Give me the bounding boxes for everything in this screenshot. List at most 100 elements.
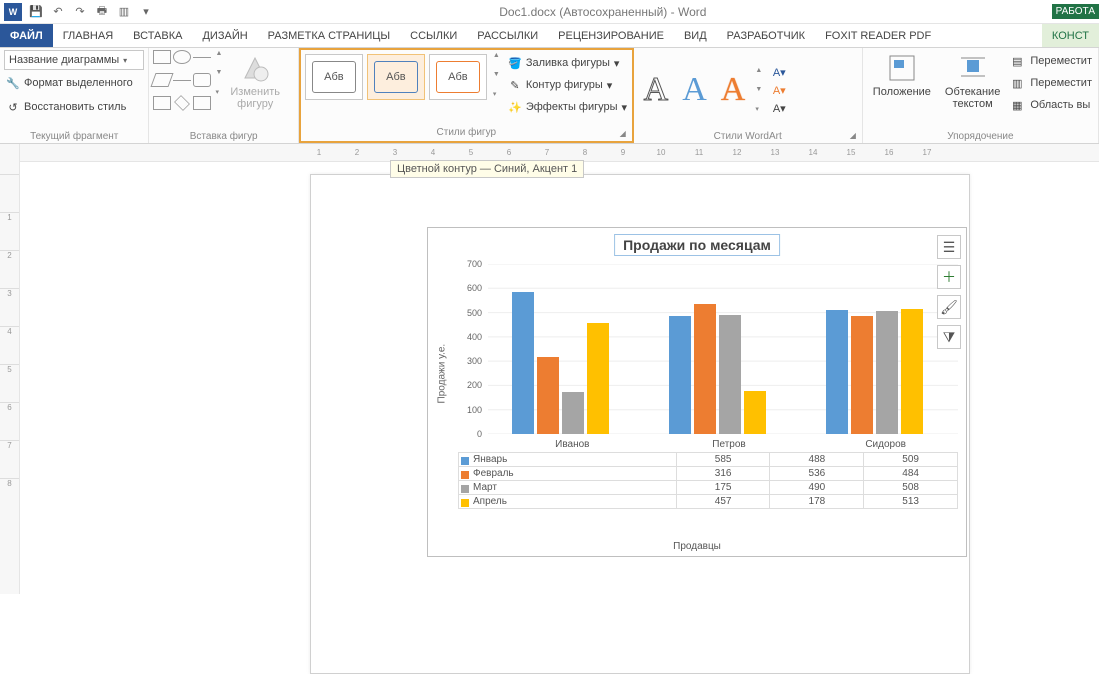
shape-fill-label: Заливка фигуры [526, 57, 610, 69]
wordart-preset-1[interactable]: A [638, 71, 675, 109]
preset-sample-text: Абв [436, 61, 480, 93]
wordart-preset-2[interactable]: A [676, 71, 713, 109]
send-backward-button[interactable]: ▥ Переместит [1008, 72, 1094, 94]
shape-fill-button[interactable]: 🪣 Заливка фигуры ▾ [506, 52, 629, 74]
send-backward-icon: ▥ [1010, 76, 1024, 90]
tab-developer[interactable]: РАЗРАБОТЧИК [717, 24, 815, 47]
touch-mode-button[interactable]: ▥ [116, 4, 132, 20]
shape-outline-button[interactable]: ✎ Контур фигуры ▾ [506, 74, 629, 96]
group-label-wordart: Стили WordArt [638, 130, 858, 143]
shape-effects-label: Эффекты фигуры [526, 101, 618, 113]
text-effects-button[interactable]: A▾ [768, 99, 790, 117]
chevron-down-icon: ▾ [614, 57, 620, 70]
tab-design[interactable]: ДИЗАЙН [192, 24, 257, 47]
style-tooltip: Цветной контур — Синий, Акцент 1 [390, 160, 584, 178]
wordart-gallery-down[interactable]: ▼ [755, 86, 762, 93]
change-shape-label: Изменить фигуру [230, 86, 280, 110]
chart-layout-button[interactable]: ☰ [937, 235, 961, 259]
tab-insert[interactable]: ВСТАВКА [123, 24, 192, 47]
wordart-preset-3[interactable]: A [715, 71, 752, 109]
save-button[interactable]: 💾 [28, 4, 44, 20]
change-shape-icon [239, 52, 271, 84]
bring-forward-button[interactable]: ▤ Переместит [1008, 50, 1094, 72]
chart-y-axis-label: Продажи у.е. [436, 344, 447, 404]
chart-title[interactable]: Продажи по месяцам [614, 234, 780, 256]
selection-pane-label: Область вы [1030, 99, 1090, 111]
quick-print-button[interactable]: 🖶 [94, 4, 110, 20]
text-outline-button[interactable]: A▾ [768, 81, 790, 99]
shape-style-preset-3[interactable]: Абв [429, 54, 487, 100]
wordart-dialog-launcher[interactable]: ◢ [850, 131, 860, 141]
chevron-down-icon [123, 54, 127, 66]
tab-view[interactable]: ВИД [674, 24, 717, 47]
send-backward-label: Переместит [1030, 77, 1092, 89]
shape-gallery-more[interactable]: ▾ [215, 88, 222, 96]
shape-effects-button[interactable]: ✨ Эффекты фигуры ▾ [506, 96, 629, 118]
shape-gallery-up[interactable]: ▲ [215, 50, 222, 57]
format-selection-icon: 🔧 [6, 76, 20, 90]
tab-home[interactable]: ГЛАВНАЯ [53, 24, 123, 47]
redo-button[interactable]: ↷ [72, 4, 88, 20]
reset-style-button[interactable]: ↺ Восстановить стиль [4, 96, 128, 118]
shape-rounded-rect[interactable] [193, 73, 211, 87]
group-label-insert-shapes: Вставка фигур [153, 130, 293, 143]
shape-style-preset-2[interactable]: Абв [367, 54, 425, 100]
group-label-current-fragment: Текущий фрагмент [4, 130, 144, 143]
shape-gallery-down[interactable]: ▼ [215, 69, 222, 76]
shape-outline-label: Контур фигуры [526, 79, 603, 91]
text-fill-button[interactable]: A▾ [768, 63, 790, 81]
shape-outline-icon: ✎ [508, 78, 522, 92]
shape-style-preset-1[interactable]: Абв [305, 54, 363, 100]
tab-chart-format[interactable]: КОНСТ [1042, 24, 1099, 47]
undo-button[interactable]: ↶ [50, 4, 66, 20]
change-shape-button: Изменить фигуру [224, 50, 286, 112]
wordart-gallery-up[interactable]: ▲ [755, 67, 762, 74]
chart-bars: ИвановПетровСидоров [488, 264, 958, 434]
tab-page-layout[interactable]: РАЗМЕТКА СТРАНИЦЫ [258, 24, 400, 47]
qat-more-button[interactable]: ▾ [138, 4, 154, 20]
wrap-text-icon [957, 52, 989, 84]
preset-sample-text: Абв [374, 61, 418, 93]
contextual-tab-header: РАБОТА [1052, 4, 1099, 19]
position-label: Положение [873, 86, 931, 98]
tab-references[interactable]: ССЫЛКИ [400, 24, 467, 47]
format-selection-label: Формат выделенного [24, 77, 133, 89]
tab-foxit[interactable]: FOXIT READER PDF [815, 24, 941, 47]
format-selection-button[interactable]: 🔧 Формат выделенного [4, 72, 135, 94]
bring-forward-label: Переместит [1030, 55, 1092, 67]
wrap-text-label: Обтекание текстом [945, 86, 1000, 110]
document-page: Продажи по месяцам Продажи у.е. 01002003… [310, 174, 970, 674]
shape-parallelogram[interactable] [151, 73, 174, 87]
chart-styles-button[interactable]: 🖌 [937, 295, 961, 319]
shape-line[interactable] [193, 57, 211, 71]
shape-styles-dialog-launcher[interactable]: ◢ [620, 129, 630, 139]
style-gallery-down[interactable]: ▼ [493, 71, 500, 78]
shape-arrow-line[interactable] [173, 80, 191, 94]
tab-review[interactable]: РЕЦЕНЗИРОВАНИЕ [548, 24, 674, 47]
selection-pane-icon: ▦ [1010, 98, 1024, 112]
shape-rect3[interactable] [193, 96, 211, 110]
selection-pane-button[interactable]: ▦ Область вы [1008, 94, 1094, 116]
group-label-shape-styles: Стили фигур [303, 126, 630, 139]
shape-ellipse[interactable] [173, 50, 191, 64]
shape-rect2[interactable] [153, 96, 171, 110]
shape-rect[interactable] [153, 50, 171, 64]
shape-gallery[interactable] [153, 50, 211, 110]
wordart-gallery-more[interactable]: ▾ [755, 105, 762, 113]
chart-elements-button[interactable]: ＋ [937, 265, 961, 289]
chevron-down-icon: ▾ [622, 101, 628, 114]
shape-diamond[interactable] [175, 95, 191, 111]
chart-element-selector-text: Название диаграммы [9, 54, 119, 66]
shape-fill-icon: 🪣 [508, 56, 522, 70]
style-gallery-up[interactable]: ▲ [493, 52, 500, 59]
tab-file[interactable]: ФАЙЛ [0, 24, 53, 47]
tab-mailings[interactable]: РАССЫЛКИ [467, 24, 548, 47]
position-button[interactable]: Положение [867, 50, 937, 100]
chart-object[interactable]: Продажи по месяцам Продажи у.е. 01002003… [427, 227, 967, 557]
bring-forward-icon: ▤ [1010, 54, 1024, 68]
style-gallery-more[interactable]: ▾ [493, 90, 500, 98]
chart-element-selector[interactable]: Название диаграммы [4, 50, 144, 70]
wrap-text-button[interactable]: Обтекание текстом [939, 50, 1006, 112]
chart-filter-button[interactable]: ⧩ [937, 325, 961, 349]
group-label-arrange: Упорядочение [867, 130, 1094, 143]
